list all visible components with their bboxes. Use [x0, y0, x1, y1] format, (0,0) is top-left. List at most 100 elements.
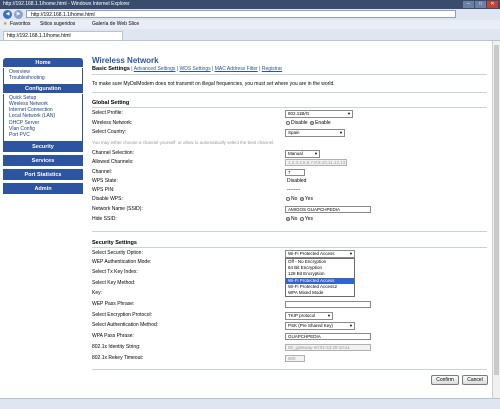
- sidebar-port-statistics[interactable]: Port Statistics: [3, 168, 83, 181]
- browser-tab[interactable]: http://192.168.1.1/home.html: [3, 31, 123, 40]
- sidebar-configuration[interactable]: Configuration: [3, 83, 83, 94]
- scroll-thumb[interactable]: [494, 45, 499, 375]
- address-input[interactable]: http://192.168.1.1/home.html: [26, 10, 456, 18]
- cancel-button[interactable]: Cancel: [462, 375, 488, 385]
- channel-selection-value: Manual: [288, 151, 303, 156]
- country-value: Spain: [288, 130, 300, 135]
- tx-key-label: Select Tx Key Index:: [92, 269, 138, 275]
- maximize-icon[interactable]: □: [475, 1, 486, 8]
- hide-ssid-yes-radio[interactable]: [299, 216, 304, 221]
- wps-yes-label: Yes: [304, 196, 313, 202]
- wps-yes-radio[interactable]: [299, 196, 304, 201]
- sidebar-admin[interactable]: Admin: [3, 182, 83, 195]
- wps-no-radio[interactable]: [286, 196, 290, 201]
- disable-radio[interactable]: [286, 120, 290, 125]
- window-title-bar: http://192.168.1.1/home.html - Windows I…: [0, 0, 500, 9]
- settings-tabs: Basic Settings | Advanced Settings | WDS…: [92, 66, 283, 72]
- wps-pin-label: WPS PIN:: [92, 187, 115, 193]
- wep-pass-field[interactable]: [285, 301, 371, 308]
- security-option-select[interactable]: Wi-Fi Protected Access ▼: [285, 250, 355, 258]
- allowed-channels-field[interactable]: 1,2,3,4,5,6,7,8,9,10,11,12,13: [285, 159, 347, 166]
- security-option-label: Select Security Option:: [92, 250, 143, 256]
- country-select[interactable]: Spain ▼: [285, 129, 345, 137]
- auth-method-select[interactable]: PSK (Pre Shared Key) ▼: [285, 322, 355, 330]
- key-method-label: Select Key Method:: [92, 280, 136, 286]
- profile-select[interactable]: 802.11B/G ▼: [285, 110, 353, 118]
- sidebar-security[interactable]: Security: [3, 140, 83, 153]
- sidebar-item-port-pvc[interactable]: Port PVC: [9, 132, 79, 138]
- security-option-dropdown: Off - No Encryption 64 Bit Encryption 12…: [285, 258, 355, 298]
- encryption-protocol-select[interactable]: TKIP protocol ▼: [285, 312, 333, 320]
- wpa-pass-label: WPA Pass Phrase:: [92, 333, 134, 339]
- wpa-pass-field[interactable]: GUAPCHPEDIA: [285, 333, 371, 340]
- chevron-down-icon: ▼: [339, 130, 343, 135]
- sidebar-home[interactable]: Home: [3, 58, 83, 68]
- sidebar-services[interactable]: Services: [3, 154, 83, 167]
- vertical-scrollbar[interactable]: [492, 41, 500, 398]
- notice-text: To make sure MyDslModem does not transmi…: [92, 81, 335, 87]
- close-icon[interactable]: ✕: [487, 1, 498, 8]
- auth-method-label: Select Authentication Method:: [92, 322, 159, 328]
- hide-ssid-no-radio[interactable]: [286, 216, 290, 221]
- profile-value: 802.11B/G: [288, 111, 310, 116]
- select-country-label: Select Country:: [92, 129, 127, 135]
- disable-wps-label: Disable WPS:: [92, 196, 123, 202]
- sidebar-config-list: Quick Setup Wireless Network Internet Co…: [3, 93, 83, 141]
- tab-advanced-settings[interactable]: Advanced Settings: [134, 66, 176, 72]
- identity-field[interactable]: 00_gateway-e0:91:53:29:10:a1: [285, 344, 371, 351]
- enable-radio[interactable]: [310, 120, 315, 125]
- fav-item-webslice[interactable]: Galería de Web Slice: [92, 21, 139, 28]
- dropdown-option[interactable]: WPA Mixed Mode: [286, 290, 354, 296]
- wps-state-label: WPS State:: [92, 178, 118, 184]
- back-icon[interactable]: ◀: [3, 10, 12, 19]
- chevron-down-icon: ▼: [314, 151, 318, 156]
- rekey-field[interactable]: 900: [285, 355, 305, 362]
- page-title: Wireless Network: [92, 56, 159, 65]
- minimize-icon[interactable]: –: [463, 1, 474, 8]
- auth-method-value: PSK (Pre Shared Key): [288, 323, 334, 328]
- ssid-field[interactable]: AMIGOS GUAPCHPEDIA: [285, 206, 371, 213]
- sidebar: Home Overview Troubleshooting Configurat…: [3, 58, 83, 195]
- sidebar-home-list: Overview Troubleshooting: [3, 68, 83, 84]
- fav-item-suggested[interactable]: Sitios sugeridos: [40, 21, 75, 28]
- sidebar-item-troubleshooting[interactable]: Troubleshooting: [9, 75, 79, 81]
- security-option-value: Wi-Fi Protected Access: [288, 251, 335, 256]
- wireless-network-label: Wireless Network:: [92, 120, 133, 126]
- window-controls: – □ ✕: [463, 1, 498, 8]
- favorites-button[interactable]: Favoritos: [10, 21, 31, 28]
- wps-no-label: No: [291, 196, 298, 202]
- star-icon[interactable]: ★: [3, 21, 7, 28]
- encryption-protocol-label: Select Encryption Protocol:: [92, 312, 153, 318]
- channel-selection-label: Channel Selection:: [92, 150, 134, 156]
- confirm-button[interactable]: Confirm: [431, 375, 459, 385]
- identity-label: 802.1x Identity String:: [92, 344, 141, 350]
- tab-mac-filter[interactable]: MAC Address Filter: [215, 66, 258, 72]
- channel-label: Channel:: [92, 169, 113, 175]
- disable-wps-radio-group: No Yes: [285, 196, 313, 203]
- hide-ssid-yes-label: Yes: [304, 216, 313, 222]
- tab-basic-settings[interactable]: Basic Settings: [92, 66, 130, 72]
- encryption-protocol-value: TKIP protocol: [288, 313, 316, 318]
- enable-option-label: Enable: [315, 120, 331, 126]
- wps-state-value: Disabled: [287, 178, 307, 184]
- tab-registrar[interactable]: Registrar: [262, 66, 282, 72]
- hide-ssid-label: Hide SSID:: [92, 216, 117, 222]
- chevron-down-icon: ▼: [349, 323, 353, 328]
- chevron-down-icon: ▼: [349, 251, 353, 256]
- status-bar: [0, 398, 500, 409]
- global-setting-heading: Global Setting: [92, 100, 130, 106]
- channel-field[interactable]: 7: [285, 169, 305, 176]
- channel-selection-select[interactable]: Manual ▼: [285, 150, 320, 158]
- hide-ssid-no-label: No: [291, 216, 298, 222]
- allowed-channels-label: Allowed Channels:: [92, 159, 134, 165]
- tab-wds-settings[interactable]: WDS Settings: [180, 66, 211, 72]
- wireless-network-radio-group: Disable Enable: [285, 120, 331, 127]
- security-settings-heading: Security Settings: [92, 240, 137, 246]
- ssid-label: Network Name (SSID):: [92, 206, 143, 212]
- wep-auth-label: WEP Authentication Mode:: [92, 259, 152, 265]
- rekey-label: 802.1x Rekey Timeout:: [92, 355, 144, 361]
- forward-icon[interactable]: ▶: [14, 10, 23, 19]
- channel-note: You may either choose a channel yourself…: [92, 140, 275, 145]
- window-title: http://192.168.1.1/home.html - Windows I…: [3, 1, 130, 7]
- wps-pin-value: --------: [287, 187, 301, 193]
